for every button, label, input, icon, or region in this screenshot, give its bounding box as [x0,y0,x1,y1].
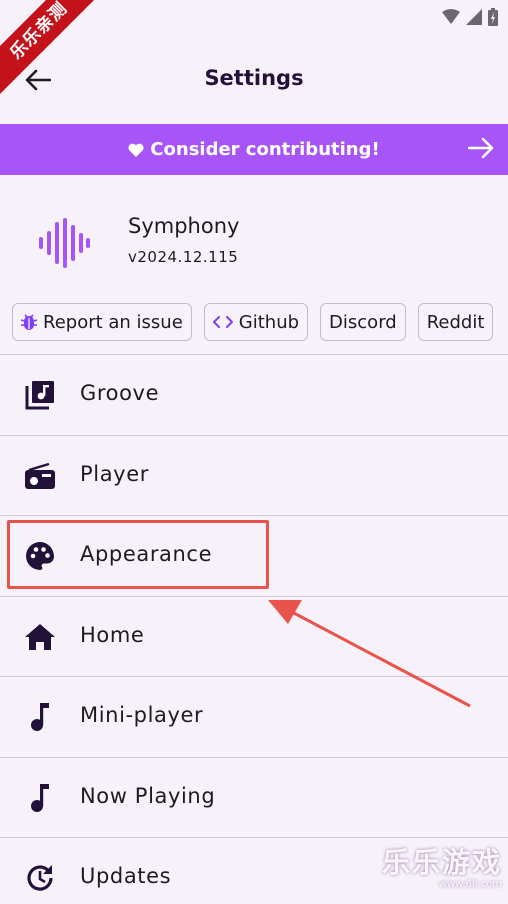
watermark-title: 乐乐游戏 [381,846,502,879]
code-icon [212,315,233,329]
github-chip[interactable]: Github [203,303,309,341]
app-name: Symphony [128,214,240,238]
battery-icon [488,8,498,26]
contribute-banner[interactable]: Consider contributing! [0,124,508,175]
library-music-icon [24,379,56,411]
settings-item-label: Mini-player [80,703,204,727]
settings-item-label: Now Playing [80,783,216,808]
discord-chip[interactable]: Discord [320,303,406,341]
settings-item-label: Player [80,461,149,486]
music-note-icon [24,782,56,814]
settings-item-label: Home [80,622,145,647]
settings-item-label: Groove [80,381,160,405]
settings-item-player[interactable]: Player [0,434,508,516]
wifi-icon [442,9,460,24]
banner-text: Consider contributing! [150,139,380,160]
update-icon [24,862,56,894]
heart-icon [128,143,144,157]
link-chips: Report an issue Github Discord Reddit [12,303,494,341]
chip-label: Github [238,311,300,333]
settings-item-now-playing[interactable]: Now Playing [0,756,508,838]
settings-list: Groove Player Appearance Home Mini-playe… [0,354,508,904]
settings-item-appearance[interactable]: Appearance [0,515,508,596]
music-note-icon [24,701,56,733]
app-info: Symphony v2024.12.115 [0,210,508,280]
chip-label: Reddit [426,311,485,333]
settings-item-mini-player[interactable]: Mini-player [0,676,508,757]
reddit-chip[interactable]: Reddit [417,303,494,341]
app-bar: Settings [0,48,508,110]
page-title: Settings [204,66,304,90]
arrow-forward-icon [468,137,494,159]
chip-label: Report an issue [43,311,183,333]
report-issue-chip[interactable]: Report an issue [12,303,192,341]
app-version: v2024.12.115 [128,248,239,266]
radio-icon [24,460,56,492]
app-logo-icon [39,218,90,268]
settings-item-groove[interactable]: Groove [0,354,508,435]
settings-item-label: Appearance [80,542,213,566]
chip-label: Discord [329,311,397,333]
home-icon [24,621,56,653]
bug-icon [21,313,37,331]
settings-item-home[interactable]: Home [0,595,508,677]
watermark: 乐乐游戏 www.6ll.com [382,841,502,890]
signal-icon [466,9,482,25]
palette-icon [24,540,56,572]
settings-item-label: Updates [80,864,172,888]
